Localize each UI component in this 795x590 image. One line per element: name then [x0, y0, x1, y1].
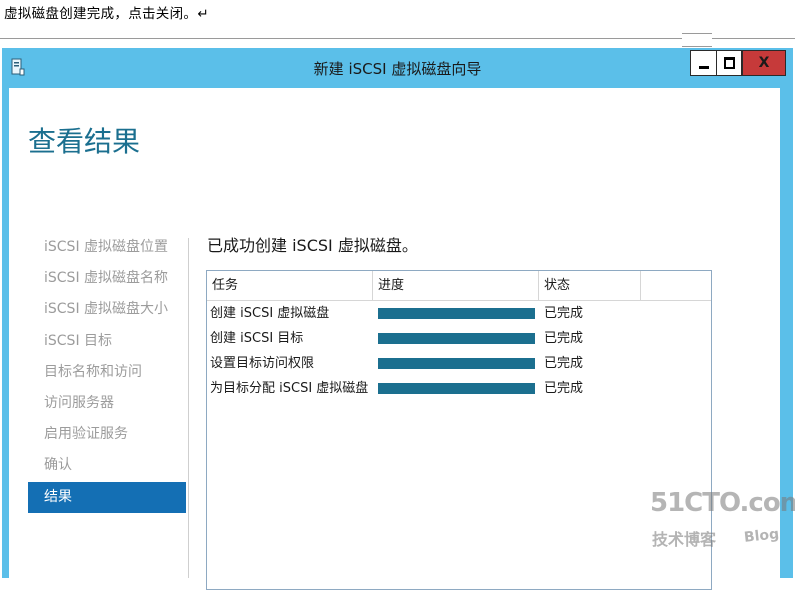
minimize-icon — [698, 65, 709, 69]
task-cell: 设置目标访问权限 — [210, 356, 315, 371]
maximize-button[interactable] — [716, 50, 742, 76]
site-watermark: 51CTO.com 技术博客 Blog — [650, 488, 795, 558]
task-cell: 创建 iSCSI 虚拟磁盘 — [210, 306, 330, 321]
task-cell: 为目标分配 iSCSI 虚拟磁盘 — [210, 381, 369, 396]
table-row[interactable]: 创建 iSCSI 目标 已完成 — [207, 326, 711, 351]
document-caption: 虚拟磁盘创建完成，点击关闭。↵ — [4, 6, 209, 22]
progress-bar — [378, 333, 535, 344]
column-separator[interactable] — [640, 271, 641, 300]
status-cell: 已完成 — [544, 331, 584, 346]
maximize-icon — [723, 57, 735, 69]
results-table: 任务 进度 状态 创建 iSCSI 虚拟磁盘 已完成 创建 iSCSI 目标 已… — [206, 270, 712, 590]
table-row[interactable]: 创建 iSCSI 虚拟磁盘 已完成 — [207, 301, 711, 326]
nav-step-enable-auth[interactable]: 启用验证服务 — [28, 419, 186, 450]
nav-step-disk-name[interactable]: iSCSI 虚拟磁盘名称 — [28, 263, 186, 294]
result-heading: 已成功创建 iSCSI 虚拟磁盘。 — [207, 236, 418, 255]
progress-fill — [378, 358, 535, 369]
column-header-task[interactable]: 任务 — [207, 271, 373, 300]
nav-step-iscsi-target[interactable]: iSCSI 目标 — [28, 326, 186, 357]
column-header-progress[interactable]: 进度 — [373, 271, 539, 300]
nav-step-disk-size[interactable]: iSCSI 虚拟磁盘大小 — [28, 294, 186, 325]
progress-bar — [378, 358, 535, 369]
status-cell: 已完成 — [544, 356, 584, 371]
title-bar[interactable]: 新建 iSCSI 虚拟磁盘向导 X — [2, 48, 793, 88]
nav-divider — [188, 238, 189, 578]
table-row[interactable]: 设置目标访问权限 已完成 — [207, 351, 711, 376]
close-button[interactable]: X — [742, 50, 786, 76]
document-divider — [0, 38, 795, 39]
progress-bar — [378, 383, 535, 394]
watermark-subtitle: 技术博客 — [652, 530, 717, 549]
nav-step-target-name-access[interactable]: 目标名称和访问 — [28, 357, 186, 388]
page-title: 查看结果 — [28, 125, 141, 158]
column-header-status[interactable]: 状态 — [539, 271, 639, 300]
nav-step-access-servers[interactable]: 访问服务器 — [28, 388, 186, 419]
progress-fill — [378, 383, 535, 394]
nav-step-confirm[interactable]: 确认 — [28, 450, 186, 481]
progress-fill — [378, 308, 535, 319]
document-tabstop-marker — [682, 33, 712, 47]
nav-step-results[interactable]: 结果 — [28, 481, 186, 513]
table-row[interactable]: 为目标分配 iSCSI 虚拟磁盘 已完成 — [207, 376, 711, 401]
table-header: 任务 进度 状态 — [207, 271, 711, 301]
watermark-blog: Blog — [743, 526, 780, 546]
watermark-logo: 51CTO.com — [650, 488, 795, 518]
task-cell: 创建 iSCSI 目标 — [210, 331, 304, 346]
wizard-steps-nav: iSCSI 虚拟磁盘位置 iSCSI 虚拟磁盘名称 iSCSI 虚拟磁盘大小 i… — [28, 232, 186, 513]
status-cell: 已完成 — [544, 306, 584, 321]
window-title: 新建 iSCSI 虚拟磁盘向导 — [313, 60, 482, 78]
progress-fill — [378, 333, 535, 344]
close-icon: X — [758, 55, 770, 71]
nav-step-disk-location[interactable]: iSCSI 虚拟磁盘位置 — [28, 232, 186, 263]
progress-bar — [378, 308, 535, 319]
minimize-button[interactable] — [690, 50, 717, 76]
status-cell: 已完成 — [544, 381, 584, 396]
